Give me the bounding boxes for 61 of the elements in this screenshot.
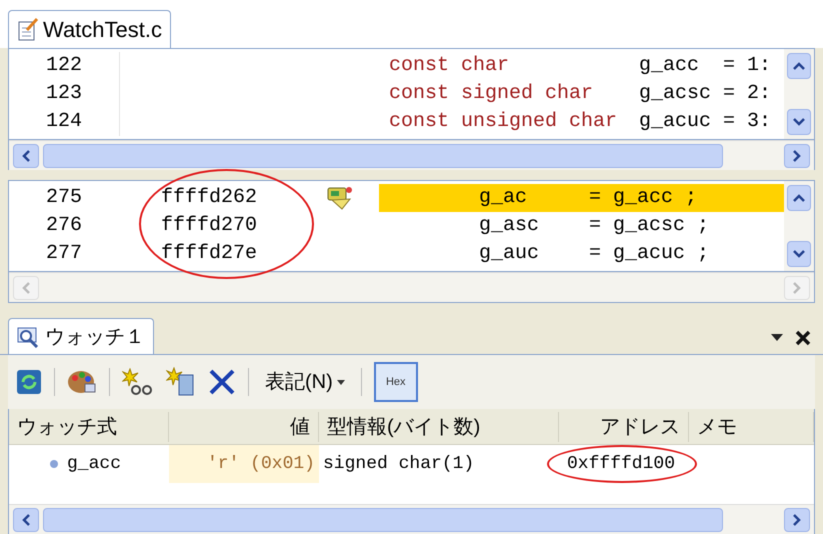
close-icon[interactable]	[795, 330, 811, 346]
palette-icon[interactable]	[67, 368, 97, 396]
line-number: 123	[44, 81, 83, 107]
line-number: 277	[44, 241, 83, 267]
code-line: g_ac	[479, 185, 528, 211]
line-number: 124	[44, 109, 83, 135]
line-number: 122	[44, 53, 83, 79]
delete-icon[interactable]	[208, 368, 236, 396]
code-line: = g_acuc ;	[589, 241, 710, 267]
code-line: g_acuc = 3:	[639, 109, 772, 135]
scroll-up-icon[interactable]	[787, 185, 811, 211]
code-line: const unsigned char	[389, 109, 618, 135]
scroll-left-icon[interactable]	[13, 508, 39, 532]
vertical-scrollbar[interactable]	[784, 49, 814, 139]
address-text: ffffd27e	[160, 241, 258, 267]
table-cell: 0xffffd100	[567, 454, 676, 474]
scroll-right-icon[interactable]	[784, 508, 810, 532]
scroll-thumb[interactable]	[43, 508, 723, 532]
column-header[interactable]: ウォッチ式	[9, 412, 169, 442]
scroll-left-icon[interactable]	[13, 144, 39, 168]
column-header[interactable]: アドレス	[559, 412, 689, 442]
column-header[interactable]: 型情報(バイト数)	[319, 412, 559, 442]
code-line: = g_acsc ;	[589, 213, 710, 239]
code-line: const char	[389, 53, 510, 79]
table-cell: 'r' (0x01)	[169, 445, 319, 483]
code-line: g_auc	[479, 241, 540, 267]
table-cell-text: g_acc	[67, 452, 122, 476]
line-number: 275	[44, 185, 83, 211]
editor-tab[interactable]: WatchTest.c	[8, 10, 171, 48]
dropdown-caret-icon[interactable]	[771, 334, 783, 342]
scroll-thumb[interactable]	[43, 144, 723, 168]
add-item-icon[interactable]	[166, 367, 196, 397]
code-line: g_acc = 1:	[639, 53, 772, 79]
scroll-up-icon[interactable]	[787, 53, 811, 79]
address-text: ffffd262	[160, 185, 258, 211]
vertical-scrollbar[interactable]	[784, 181, 814, 271]
scroll-down-icon[interactable]	[787, 241, 811, 267]
watch-tab[interactable]: ウォッチ１	[8, 318, 154, 354]
add-watch-icon[interactable]	[122, 368, 154, 396]
notation-menu-button[interactable]: 表記(N)	[261, 367, 349, 397]
scroll-down-icon[interactable]	[787, 109, 811, 135]
line-number: 276	[44, 213, 83, 239]
code-line: = g_acc ;	[589, 185, 698, 211]
tab-title: ウォッチ１	[45, 324, 145, 350]
code-line: const signed char	[389, 81, 594, 107]
column-header[interactable]: 値	[169, 412, 319, 442]
dropdown-caret-icon	[336, 380, 345, 384]
tab-title: WatchTest.c	[43, 16, 162, 44]
document-edit-icon	[17, 18, 39, 42]
variable-icon	[49, 459, 59, 469]
refresh-icon[interactable]	[16, 369, 42, 395]
table-cell-text: signed char(1)	[322, 452, 476, 476]
horizontal-scrollbar[interactable]	[9, 140, 814, 170]
column-header[interactable]: メモ	[689, 412, 814, 442]
scroll-right-icon[interactable]	[784, 144, 810, 168]
address-text: ffffd270	[160, 213, 258, 239]
code-line: g_asc	[479, 213, 540, 239]
horizontal-scrollbar[interactable]	[9, 504, 814, 534]
code-line: g_acsc = 2:	[639, 81, 772, 107]
magnifier-icon	[17, 326, 41, 348]
hex-toggle-button[interactable]: Hex	[374, 362, 418, 402]
